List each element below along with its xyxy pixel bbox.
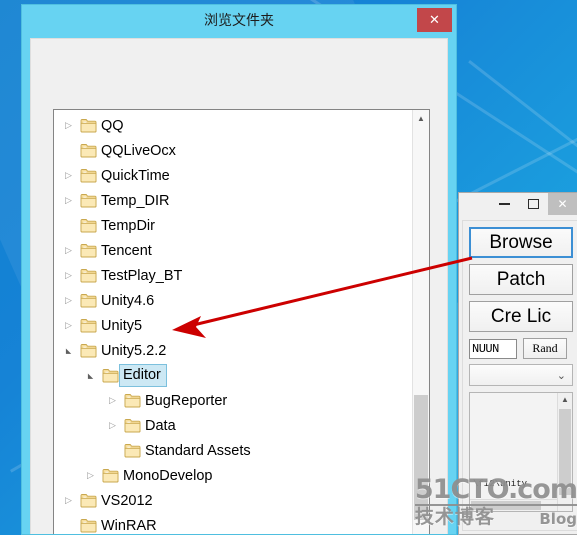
tree-item[interactable]: ▷ BugReporter (54, 388, 412, 413)
dialog-title-text: 浏览文件夹 (204, 11, 274, 28)
folder-icon (121, 393, 143, 408)
tree-vertical-scrollbar[interactable]: ▲ (412, 110, 429, 534)
chevron-collapsed-icon[interactable]: ▷ (60, 320, 77, 331)
folder-icon (77, 243, 99, 258)
chevron-collapsed-icon[interactable]: ▷ (60, 195, 77, 206)
folder-icon (77, 343, 99, 358)
folder-icon (77, 518, 99, 533)
tree-item-label: BugReporter (145, 392, 228, 409)
folder-icon (77, 193, 99, 208)
tree-item-label: VS2012 (101, 492, 153, 509)
create-license-button[interactable]: Cre Lic (469, 301, 573, 332)
log-text: \fi2\unity (473, 479, 528, 489)
tree-item[interactable]: ▷ Unity4.6 (54, 288, 412, 313)
dialog-close-button[interactable]: ✕ (417, 8, 452, 32)
background-close-button[interactable]: ✕ (548, 193, 577, 215)
log-listbox[interactable]: \fi2\unity ▲ (469, 392, 573, 512)
chevron-collapsed-icon[interactable]: ▷ (60, 295, 77, 306)
tree-item-label: WinRAR (101, 517, 157, 534)
folder-icon (77, 218, 99, 233)
tree-item-label: Unity5.2.2 (101, 342, 167, 359)
chevron-collapsed-icon[interactable]: ▷ (104, 395, 121, 406)
tree-item-label: Unity5 (101, 317, 143, 334)
folder-icon (77, 168, 99, 183)
log-vertical-scrollbar[interactable]: ▲ (557, 393, 572, 511)
tree-item-label: TestPlay_BT (101, 267, 183, 284)
tree-item[interactable]: QQLiveOcx (54, 138, 412, 163)
folder-icon (77, 268, 99, 283)
tree-item-label: MonoDevelop (123, 467, 213, 484)
tree-item-label: Temp_DIR (101, 192, 170, 209)
background-window-body: Browse Patch Cre Lic NUUN Rand ⌄ \fi2\un… (462, 220, 577, 531)
folder-icon (77, 118, 99, 133)
maximize-button[interactable] (519, 193, 548, 215)
background-app-window[interactable]: ✕ Browse Patch Cre Lic NUUN Rand ⌄ \fi2\… (458, 192, 577, 535)
folder-icon (77, 493, 99, 508)
chevron-down-icon: ⌄ (556, 369, 566, 382)
tree-item[interactable]: ◢ Unity5.2.2 (54, 338, 412, 363)
tree-item[interactable]: ▷ QuickTime (54, 163, 412, 188)
folder-tree-list: ▷ QQ QQLiveOcx ▷ QuickTime ▷ Temp_DIR TempDir ▷ T… (54, 110, 412, 534)
log-hscroll-thumb[interactable] (471, 501, 541, 510)
tree-item[interactable]: ▷ Temp_DIR (54, 188, 412, 213)
tree-item-label: Tencent (101, 242, 152, 259)
minimize-button[interactable] (490, 193, 519, 215)
chevron-collapsed-icon[interactable]: ▷ (104, 420, 121, 431)
chevron-collapsed-icon[interactable]: ▷ (60, 120, 77, 131)
serial-row: NUUN Rand (469, 338, 577, 359)
tree-item[interactable]: Standard Assets (54, 438, 412, 463)
folder-icon (77, 318, 99, 333)
chevron-collapsed-icon[interactable]: ▷ (60, 495, 77, 506)
chevron-expanded-icon[interactable]: ◢ (82, 372, 99, 380)
tree-item-label: Unity4.6 (101, 292, 155, 309)
log-horizontal-scrollbar[interactable] (470, 499, 557, 511)
tree-item[interactable]: ▷ VS2012 (54, 488, 412, 513)
tree-item-label: QQ (101, 117, 124, 134)
tree-item[interactable]: ▷ Data (54, 413, 412, 438)
tree-item[interactable]: WinRAR (54, 513, 412, 534)
wallpaper-streak-3 (455, 36, 577, 203)
folder-icon (121, 418, 143, 433)
browse-button[interactable]: Browse (469, 227, 573, 258)
tree-scroll-up-icon[interactable]: ▲ (413, 110, 429, 127)
dialog-body: ▷ QQ QQLiveOcx ▷ QuickTime ▷ Temp_DIR TempDir ▷ T… (30, 38, 448, 534)
tree-item-label: TempDir (101, 217, 155, 234)
tree-item-label: Editor (119, 364, 167, 387)
tree-item[interactable]: TempDir (54, 213, 412, 238)
dialog-titlebar: 浏览文件夹 ✕ (22, 5, 456, 34)
chevron-collapsed-icon[interactable]: ▷ (82, 470, 99, 481)
background-window-titlebar: ✕ (459, 193, 577, 220)
screen: ✕ Browse Patch Cre Lic NUUN Rand ⌄ \fi2\… (0, 0, 577, 535)
chevron-collapsed-icon[interactable]: ▷ (60, 270, 77, 281)
random-button[interactable]: Rand (523, 338, 567, 359)
serial-input[interactable]: NUUN (469, 338, 517, 359)
tree-item-label: Standard Assets (145, 442, 251, 459)
folder-icon (99, 468, 121, 483)
folder-tree-view[interactable]: ▷ QQ QQLiveOcx ▷ QuickTime ▷ Temp_DIR TempDir ▷ T… (53, 109, 430, 534)
log-scroll-thumb[interactable] (559, 409, 571, 495)
folder-icon (77, 293, 99, 308)
tree-scroll-thumb[interactable] (414, 395, 428, 520)
tree-item-selected[interactable]: ◢ Editor (54, 363, 412, 388)
tree-item[interactable]: ▷ MonoDevelop (54, 463, 412, 488)
chevron-collapsed-icon[interactable]: ▷ (60, 245, 77, 256)
folder-icon (121, 443, 143, 458)
browse-folder-dialog[interactable]: 浏览文件夹 ✕ ▷ QQ QQLiveOcx ▷ QuickTime ▷ Temp_DIR T… (21, 4, 457, 535)
version-dropdown[interactable]: ⌄ (469, 364, 573, 386)
chevron-collapsed-icon[interactable]: ▷ (60, 170, 77, 181)
folder-icon (99, 368, 121, 383)
tree-item-label: Data (145, 417, 176, 434)
chevron-expanded-icon[interactable]: ◢ (60, 347, 77, 355)
tree-item[interactable]: ▷ Unity5 (54, 313, 412, 338)
tree-item[interactable]: ▷ Tencent (54, 238, 412, 263)
folder-icon (77, 143, 99, 158)
tree-item-label: QQLiveOcx (101, 142, 176, 159)
patch-button[interactable]: Patch (469, 264, 573, 295)
scroll-up-icon[interactable]: ▲ (558, 393, 572, 407)
tree-item[interactable]: ▷ TestPlay_BT (54, 263, 412, 288)
tree-item[interactable]: ▷ QQ (54, 113, 412, 138)
tree-item-label: QuickTime (101, 167, 170, 184)
